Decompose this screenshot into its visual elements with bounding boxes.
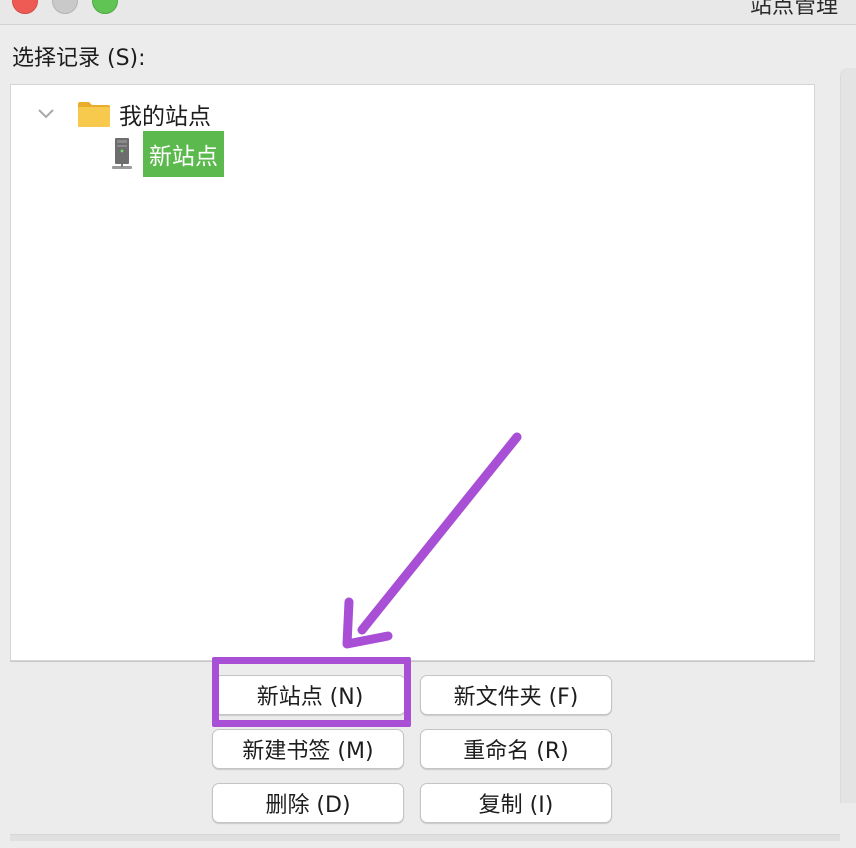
rename-button[interactable]: 重命名 (R): [420, 729, 612, 769]
side-scrollbar[interactable]: [840, 68, 856, 803]
close-window-button[interactable]: [12, 0, 38, 14]
tree-item-new-site[interactable]: 新站点: [111, 131, 224, 177]
tree-item-my-sites[interactable]: 我的站点: [35, 97, 211, 131]
duplicate-button[interactable]: 复制 (I): [420, 783, 612, 823]
server-icon: [111, 137, 133, 171]
folder-icon: [77, 100, 111, 128]
chevron-down-icon[interactable]: [35, 103, 57, 125]
site-manager-window: 站点管理 选择记录 (S): 我的站点 新站点 新站点 (N) 新文件夹 (F)…: [0, 0, 856, 848]
tree-item-label: 新站点: [143, 131, 224, 177]
delete-button[interactable]: 删除 (D): [212, 783, 404, 823]
bottom-divider: [10, 834, 840, 841]
titlebar: 站点管理: [0, 0, 856, 25]
new-folder-button[interactable]: 新文件夹 (F): [420, 675, 612, 715]
tree-item-label: 我的站点: [119, 104, 211, 130]
zoom-window-button[interactable]: [92, 0, 118, 14]
minimize-window-button[interactable]: [52, 0, 78, 14]
site-tree[interactable]: 我的站点 新站点: [10, 84, 815, 661]
select-record-label: 选择记录 (S):: [12, 46, 146, 71]
annotation-highlight-box: [212, 657, 411, 727]
window-title: 站点管理: [750, 0, 839, 19]
new-bookmark-button[interactable]: 新建书签 (M): [212, 729, 404, 769]
